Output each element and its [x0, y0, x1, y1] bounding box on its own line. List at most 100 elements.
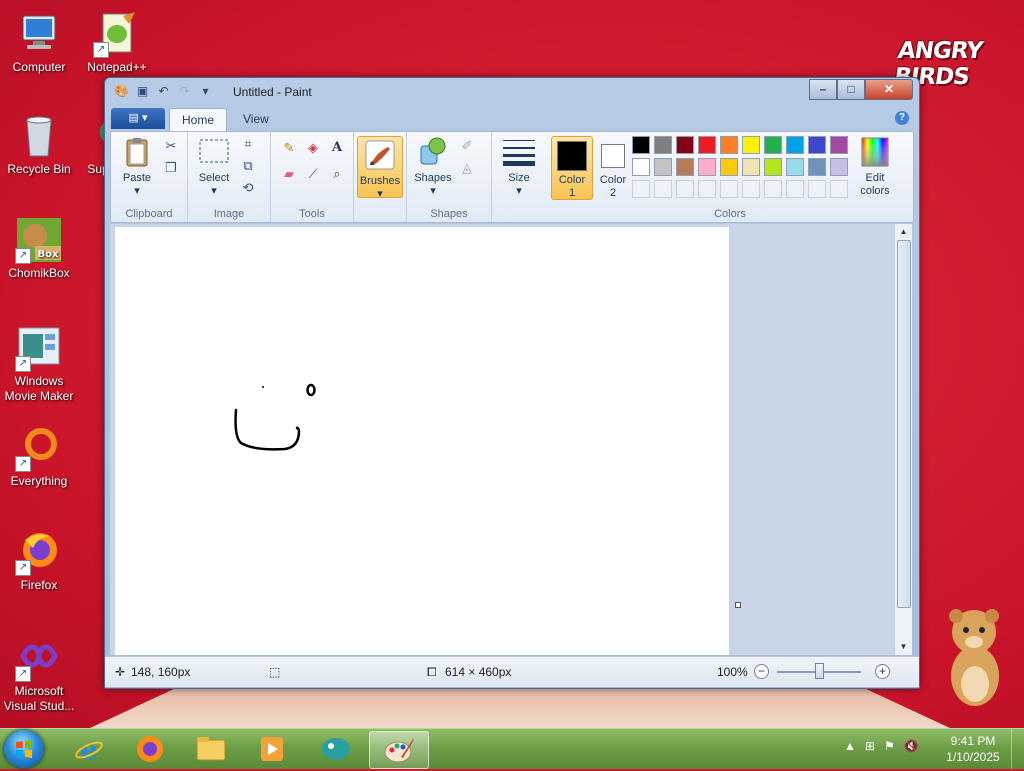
- show-hidden-icons-icon[interactable]: ▲: [844, 739, 856, 753]
- shapes-button[interactable]: Shapes ▾: [413, 136, 453, 198]
- palette-swatch[interactable]: [654, 158, 672, 176]
- maximize-button[interactable]: □: [837, 79, 865, 100]
- palette-swatch[interactable]: [764, 158, 782, 176]
- redo-icon[interactable]: ↷: [176, 83, 193, 100]
- palette-swatch[interactable]: [830, 158, 848, 176]
- taskbar-app[interactable]: [307, 731, 365, 767]
- custom-color-slot[interactable]: [698, 180, 716, 198]
- drawing-canvas[interactable]: [115, 227, 729, 655]
- shortcut-arrow-icon: ↗: [15, 560, 31, 576]
- paste-button[interactable]: Paste ▾: [117, 136, 157, 198]
- tab-home[interactable]: Home: [169, 108, 228, 131]
- palette-swatch[interactable]: [786, 136, 804, 154]
- palette-swatch[interactable]: [720, 158, 738, 176]
- close-button[interactable]: ✕: [865, 79, 913, 100]
- resize-icon[interactable]: ⧉: [238, 156, 258, 176]
- magnifier-icon[interactable]: ⌕: [327, 164, 347, 184]
- palette-swatch[interactable]: [786, 158, 804, 176]
- vertical-scrollbar[interactable]: ▲ ▼: [894, 224, 912, 655]
- taskbar-paint[interactable]: [369, 731, 429, 769]
- custom-color-slot[interactable]: [808, 180, 826, 198]
- zoom-out-button[interactable]: −: [754, 664, 769, 679]
- desktop-icon-firefox[interactable]: ↗ Firefox: [0, 528, 78, 593]
- clock-time: 9:41 PM: [950, 734, 996, 748]
- text-tool-icon[interactable]: A: [327, 138, 347, 158]
- cut-icon[interactable]: ✂: [161, 136, 181, 156]
- palette-swatch[interactable]: [830, 136, 848, 154]
- color1-button[interactable]: Color 1: [551, 136, 593, 200]
- desktop-icon-chomikbox[interactable]: Box ↗ ChomikBox: [0, 216, 78, 281]
- minimize-button[interactable]: –: [809, 79, 837, 100]
- custom-color-slot[interactable]: [654, 180, 672, 198]
- scroll-thumb[interactable]: [897, 240, 911, 608]
- brushes-button[interactable]: Brushes ▾: [357, 136, 403, 200]
- scroll-down-arrow[interactable]: ▼: [895, 639, 912, 655]
- canvas-workspace[interactable]: [110, 224, 906, 655]
- taskbar-media-player[interactable]: [243, 731, 301, 767]
- title-bar[interactable]: 🎨 ▣ ↶ ↷ ▾ Untitled - Paint – □ ✕: [105, 78, 919, 106]
- custom-color-slot[interactable]: [786, 180, 804, 198]
- edit-colors-button[interactable]: Edit colors: [853, 136, 897, 198]
- network-icon[interactable]: ⊞: [865, 739, 875, 753]
- paint-app-icon[interactable]: 🎨: [113, 83, 130, 100]
- palette-swatch[interactable]: [676, 158, 694, 176]
- start-button[interactable]: [4, 730, 44, 768]
- desktop-icon-notepadpp[interactable]: ↗ Notepad++: [78, 10, 156, 75]
- clock[interactable]: 9:41 PM 1/10/2025: [940, 733, 1006, 765]
- desktop-icon-recycle-bin[interactable]: Recycle Bin: [0, 112, 78, 177]
- palette-swatch[interactable]: [742, 136, 760, 154]
- rotate-icon[interactable]: ⟲: [238, 178, 258, 198]
- palette-swatch[interactable]: [808, 158, 826, 176]
- action-center-flag-icon[interactable]: ⚑: [884, 739, 895, 753]
- palette-swatch[interactable]: [698, 136, 716, 154]
- custom-color-slot[interactable]: [632, 180, 650, 198]
- eraser-icon[interactable]: ▰: [279, 164, 299, 184]
- select-button[interactable]: Select ▾: [194, 136, 234, 198]
- palette-swatch[interactable]: [808, 136, 826, 154]
- help-icon[interactable]: ?: [895, 111, 909, 125]
- scroll-up-arrow[interactable]: ▲: [895, 224, 912, 240]
- volume-muted-icon[interactable]: 🔇: [904, 739, 919, 753]
- zoom-slider-thumb[interactable]: [815, 663, 824, 679]
- desktop-icon-everything[interactable]: ↗ Everything: [0, 424, 78, 489]
- fill-bucket-icon[interactable]: ◈: [303, 138, 323, 158]
- custom-color-slot[interactable]: [764, 180, 782, 198]
- taskbar-explorer[interactable]: [182, 731, 240, 767]
- palette-swatch[interactable]: [676, 136, 694, 154]
- desktop-icon-movie-maker[interactable]: ↗ Windows Movie Maker: [0, 324, 78, 404]
- tab-view[interactable]: View: [231, 108, 281, 130]
- outline-icon[interactable]: ✐: [457, 136, 477, 156]
- canvas-resize-handle[interactable]: [735, 602, 741, 608]
- crop-icon[interactable]: ⌗: [238, 134, 258, 154]
- palette-swatch[interactable]: [698, 158, 716, 176]
- paint-menu-button[interactable]: ▤ ▾: [111, 108, 165, 129]
- pencil-icon[interactable]: ✎: [279, 138, 299, 158]
- palette-swatch[interactable]: [632, 158, 650, 176]
- custom-color-slot[interactable]: [720, 180, 738, 198]
- customize-toolbar-icon[interactable]: ▾: [197, 83, 214, 100]
- paint-window: 🎨 ▣ ↶ ↷ ▾ Untitled - Paint – □ ✕ ▤ ▾ Hom…: [104, 77, 920, 689]
- zoom-in-button[interactable]: +: [875, 664, 890, 679]
- save-icon[interactable]: ▣: [134, 83, 151, 100]
- desktop-icon-visual-studio[interactable]: ↗ Microsoft Visual Stud...: [0, 634, 78, 714]
- taskbar-firefox[interactable]: [121, 731, 179, 767]
- palette-swatch[interactable]: [742, 158, 760, 176]
- shortcut-arrow-icon: ↗: [93, 42, 109, 58]
- palette-swatch[interactable]: [720, 136, 738, 154]
- custom-color-slot[interactable]: [676, 180, 694, 198]
- palette-swatch[interactable]: [764, 136, 782, 154]
- fill-icon[interactable]: ◬: [457, 158, 477, 178]
- custom-color-slot[interactable]: [830, 180, 848, 198]
- windows-logo-icon: [16, 740, 32, 758]
- palette-swatch[interactable]: [632, 136, 650, 154]
- custom-color-slot[interactable]: [742, 180, 760, 198]
- palette-swatch[interactable]: [654, 136, 672, 154]
- color-picker-icon[interactable]: ⟋: [303, 164, 323, 184]
- undo-icon[interactable]: ↶: [155, 83, 172, 100]
- show-desktop-button[interactable]: [1011, 729, 1024, 769]
- copy-icon[interactable]: ❐: [161, 158, 181, 178]
- size-button[interactable]: Size ▾: [499, 136, 539, 198]
- desktop-icon-computer[interactable]: Computer: [0, 10, 78, 75]
- color2-button[interactable]: Color 2: [593, 136, 633, 200]
- taskbar-ie[interactable]: e: [60, 731, 118, 767]
